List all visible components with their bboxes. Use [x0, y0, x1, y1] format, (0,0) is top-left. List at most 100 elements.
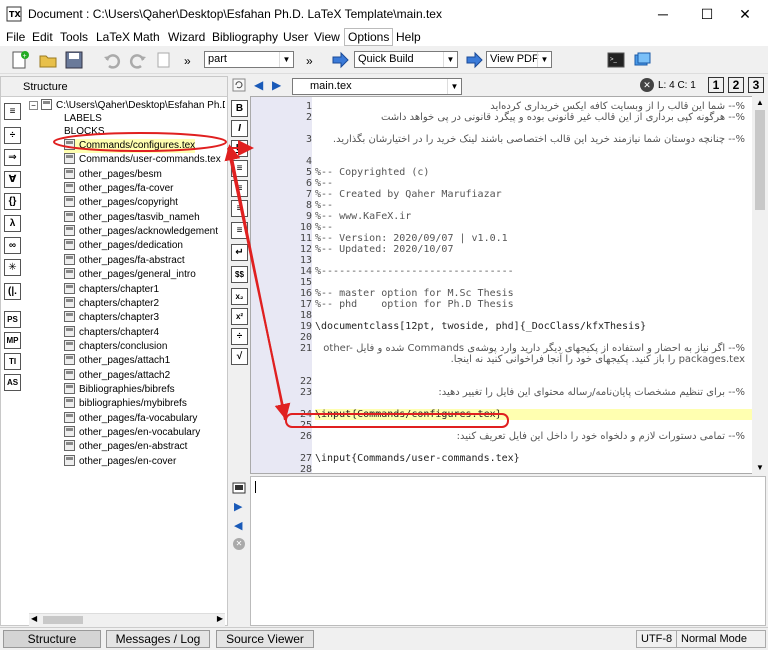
tree-file-item[interactable]: other_pages/en-cover [64, 454, 176, 469]
previous-error-icon[interactable]: ◀ [234, 519, 242, 532]
scroll-right-icon[interactable]: ▶ [217, 614, 223, 623]
tree-file-item[interactable]: chapters/chapter4 [64, 325, 159, 340]
view-arrow-icon[interactable] [464, 50, 484, 70]
scroll-up-icon[interactable]: ▲ [756, 98, 764, 107]
tree-file-item[interactable]: other_pages/general_intro [64, 268, 196, 282]
tree-root[interactable]: − C:\Users\Qaher\Desktop\Esfahan Ph.D. [29, 99, 225, 113]
forall-icon[interactable]: ∀ [4, 171, 21, 188]
toolbar-overflow-1[interactable]: » [184, 54, 191, 68]
menu-wizard[interactable]: Wizard [168, 30, 205, 44]
code-line[interactable]: %-- [315, 200, 753, 211]
next-document-icon[interactable]: ▶ [272, 78, 281, 92]
menu-view[interactable]: View [314, 30, 340, 44]
code-line[interactable]: %-- Created by Qaher Marufiazar [315, 189, 753, 200]
tree-file-item[interactable]: chapters/chapter2 [64, 296, 159, 311]
tree-file-item[interactable]: other_pages/fa-cover [64, 182, 174, 196]
scroll-left-icon[interactable]: ◀ [31, 614, 37, 623]
scroll-thumb[interactable] [755, 110, 765, 210]
code-line[interactable]: %-- [315, 178, 753, 189]
collapse-icon[interactable]: − [29, 101, 38, 110]
code-line[interactable]: \input{Commands/user-commands.tex} [315, 453, 753, 464]
tree-file-item[interactable]: other_pages/en-vocabulary [64, 426, 200, 440]
close-button[interactable]: ✕ [722, 0, 768, 28]
display-math-icon[interactable]: $$ [231, 266, 248, 283]
view-three-button[interactable]: 3 [748, 77, 764, 93]
tab-source-viewer[interactable]: Source Viewer [216, 630, 314, 648]
menu-user[interactable]: User [283, 30, 308, 44]
code-line[interactable]: \input{Commands/configures.tex} [315, 409, 753, 420]
align-right-icon[interactable]: ≡ [231, 200, 248, 217]
close-document-icon[interactable]: ✕ [640, 78, 654, 92]
align-icon[interactable]: ≡ [4, 103, 21, 120]
scroll-down-icon[interactable]: ▼ [756, 463, 764, 472]
asymptote-icon[interactable]: AS [4, 374, 21, 391]
menu-help[interactable]: Help [396, 30, 421, 44]
windows-icon[interactable] [632, 50, 652, 70]
code-line[interactable]: %-- هرگونه کپی برداری از این قالب غیر قا… [315, 112, 745, 123]
next-error-icon[interactable]: ▶ [234, 500, 242, 513]
tree-file-item[interactable]: other_pages/fa-abstract [64, 253, 185, 268]
tree-file-item[interactable]: other_pages/fa-vocabulary [64, 411, 197, 426]
arrow-icon[interactable]: ⇒ [4, 149, 21, 166]
structure-horizontal-scrollbar[interactable]: ◀ ▶ [29, 613, 225, 626]
align-center-icon[interactable]: ≡ [231, 180, 248, 197]
pstricks-icon[interactable]: PS [4, 311, 21, 328]
new-file-icon[interactable]: + [10, 50, 30, 70]
lambda-icon[interactable]: λ [4, 215, 21, 232]
code-line[interactable]: %-- Copyrighted (c) [315, 167, 753, 178]
code-line[interactable]: %-- چنانچه دوستان شما نیازمند خرید این ق… [315, 134, 745, 145]
menu-latex[interactable]: LaTeX [96, 30, 130, 44]
redo-icon[interactable] [128, 50, 148, 70]
code-line[interactable]: %-- برای تنظیم مشخصات پایان‌نامه/رساله م… [315, 387, 745, 398]
delimiter-icon[interactable]: (|. [4, 283, 21, 300]
scroll-thumb[interactable] [43, 616, 83, 624]
menu-file[interactable]: File [6, 30, 25, 44]
copy-icon[interactable] [154, 50, 174, 70]
tree-file-item[interactable]: other_pages/dedication [64, 239, 183, 253]
tree-file-item[interactable]: Bibliographies/bibrefs [64, 382, 175, 397]
tree-file-item[interactable]: other_pages/acknowledgement [64, 225, 218, 239]
quick-build-arrow-icon[interactable] [330, 50, 350, 70]
underline-icon[interactable]: U [231, 140, 248, 157]
tree-file-item[interactable]: Commands/user-commands.tex [64, 153, 221, 167]
refresh-icon[interactable] [232, 78, 246, 92]
log-view-icon[interactable] [232, 482, 246, 494]
view-two-button[interactable]: 2 [728, 77, 744, 93]
minimize-button[interactable]: ─ [640, 0, 686, 28]
code-line[interactable]: %-- تمامی دستورات لازم و دلخواه خود را د… [315, 431, 745, 442]
encoding-indicator[interactable]: UTF-8 [636, 630, 678, 648]
view-one-button[interactable]: 1 [708, 77, 724, 93]
section-combo[interactable]: part ▼ [204, 51, 294, 68]
code-line[interactable]: %-- master option for M.Sc Thesis [315, 288, 753, 299]
tree-file-item[interactable]: Commands/configures.tex [64, 139, 196, 153]
sqrt-icon[interactable]: √ [231, 348, 248, 365]
division-icon[interactable]: ÷ [4, 127, 21, 144]
tree-blocks[interactable]: BLOCKS [64, 125, 105, 139]
view-combo[interactable]: View PDF ▼ [486, 51, 552, 68]
code-line[interactable]: %-- www.KaFeX.ir [315, 211, 753, 222]
tab-structure[interactable]: Structure [3, 630, 101, 648]
messages-log-panel[interactable] [250, 476, 766, 626]
list-icon[interactable]: ≡ [231, 222, 248, 239]
code-line[interactable]: %-------------------------------- [315, 266, 753, 277]
tree-file-item[interactable]: chapters/chapter1 [64, 282, 159, 297]
tree-file-item[interactable]: chapters/conclusion [64, 339, 167, 354]
terminal-icon[interactable]: >_ [606, 50, 626, 70]
build-combo[interactable]: Quick Build ▼ [354, 51, 458, 68]
code-line[interactable]: %-- Updated: 2020/10/07 [315, 244, 753, 255]
tree-file-item[interactable]: other_pages/en-abstract [64, 440, 187, 454]
code-line[interactable]: \documentclass[12pt, twoside, phd]{_DocC… [315, 321, 753, 332]
infinity-icon[interactable]: ∞ [4, 237, 21, 254]
fraction-icon[interactable]: ÷ [231, 328, 248, 345]
menu-bibliography[interactable]: Bibliography [212, 30, 278, 44]
asterisk-icon[interactable]: ✳ [4, 259, 21, 276]
tree-file-item[interactable]: other_pages/tasvib_nameh [64, 210, 200, 225]
tree-file-item[interactable]: chapters/chapter3 [64, 311, 159, 325]
code-line[interactable]: %-- Version: 2020/09/07 | v1.0.1 [315, 233, 753, 244]
menu-options[interactable]: Options [344, 28, 394, 46]
code-line[interactable]: %-- شما این قالب را از وبسایت کافه ایکس … [315, 101, 745, 112]
code-editor[interactable]: 1 2 3 4 5 6 7 8 9 10 11 12 13 14 15 16 17 18 19 20 21 22 23 24 2… [250, 96, 754, 474]
menu-tools[interactable]: Tools [60, 30, 88, 44]
italic-icon[interactable]: I [231, 120, 248, 137]
tree-file-item[interactable]: other_pages/attach1 [64, 354, 170, 368]
